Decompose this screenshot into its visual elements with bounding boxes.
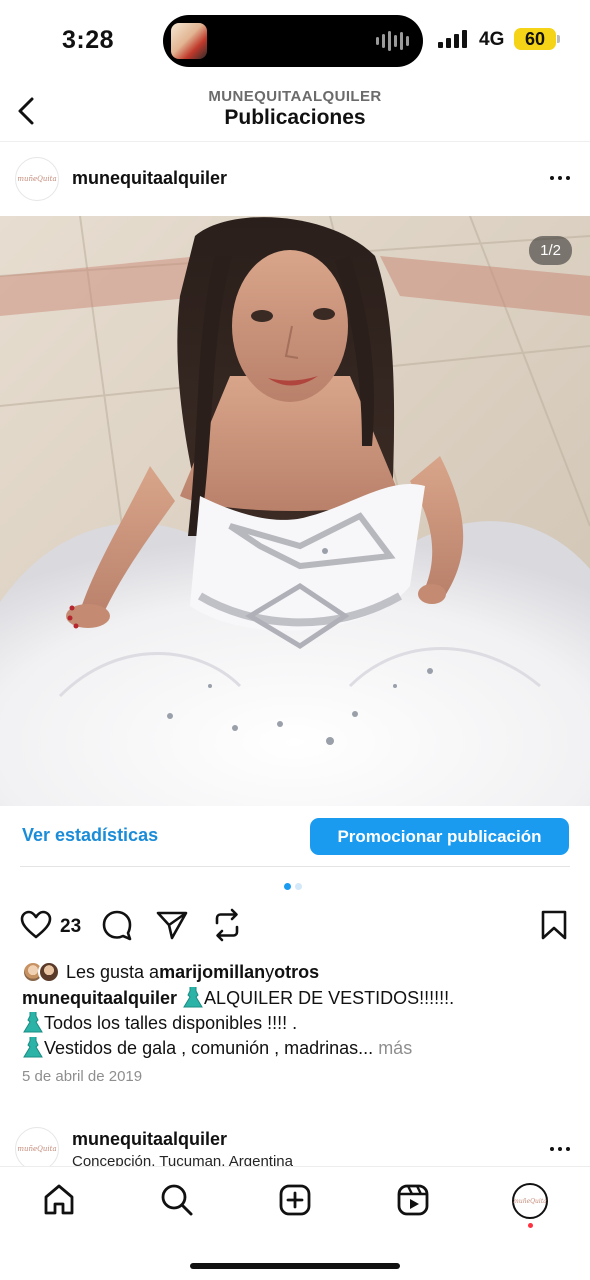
divider bbox=[20, 866, 570, 867]
view-insights-link[interactable]: Ver estadísticas bbox=[22, 825, 158, 846]
profile-icon[interactable]: muñeQuita bbox=[512, 1183, 548, 1219]
home-indicator bbox=[190, 1263, 400, 1269]
page-title: Publicaciones bbox=[224, 106, 366, 129]
notification-dot bbox=[528, 1223, 533, 1228]
heart-icon[interactable] bbox=[20, 910, 52, 940]
audio-wave-icon bbox=[376, 31, 409, 51]
account-name: MUNEQUITAALQUILER bbox=[208, 88, 382, 105]
dress-emoji-icon bbox=[23, 1012, 43, 1033]
post-username[interactable]: munequitaalquiler bbox=[72, 168, 227, 189]
liked-by-prefix: Les gusta a bbox=[66, 961, 160, 982]
promote-post-button[interactable]: Promocionar publicación bbox=[310, 818, 569, 855]
caption-line-3: Vestidos de gala , comunión , madrinas..… bbox=[44, 1038, 374, 1058]
liked-by[interactable]: Les gusta a marijomillan y otros bbox=[22, 960, 319, 984]
ellipsis-icon[interactable] bbox=[550, 1147, 570, 1151]
home-icon[interactable] bbox=[42, 1183, 76, 1217]
dress-emoji-icon bbox=[183, 987, 203, 1008]
liked-by-connector: y bbox=[265, 961, 275, 982]
bookmark-icon[interactable] bbox=[540, 909, 568, 941]
next-post-header: muñeQuita munequitaalquiler Concepción, … bbox=[0, 1118, 590, 1168]
nav-header: MUNEQUITAALQUILER Publicaciones bbox=[0, 80, 590, 142]
dynamic-island[interactable] bbox=[163, 15, 423, 67]
dress-emoji-icon bbox=[23, 1037, 43, 1058]
status-time: 3:28 bbox=[62, 26, 115, 54]
status-bar: 3:28 4G 60 bbox=[0, 0, 590, 80]
carousel-dot bbox=[295, 883, 302, 890]
likes-count[interactable]: 23 bbox=[60, 916, 81, 938]
caption-author[interactable]: munequitaalquiler bbox=[22, 988, 177, 1008]
battery-tip bbox=[557, 35, 560, 43]
post-photo[interactable]: 1/2 bbox=[0, 216, 590, 806]
bottom-tab-bar: muñeQuita bbox=[0, 1166, 590, 1280]
reels-icon[interactable] bbox=[396, 1183, 430, 1217]
search-icon[interactable] bbox=[160, 1183, 194, 1217]
send-icon[interactable] bbox=[156, 910, 188, 940]
comment-icon[interactable] bbox=[101, 909, 133, 941]
carousel-indicator bbox=[284, 883, 302, 890]
carousel-dot-active bbox=[284, 883, 291, 890]
caption-line-2: Todos los talles disponibles !!!! . bbox=[44, 1013, 298, 1033]
post-caption[interactable]: munequitaalquiler ALQUILER DE VESTIDOS!!… bbox=[22, 986, 572, 1061]
avatar[interactable]: muñeQuita bbox=[15, 157, 59, 201]
signal-icon bbox=[438, 30, 467, 48]
post-actions: 23 bbox=[0, 906, 590, 946]
caption-more-link[interactable]: más bbox=[373, 1038, 412, 1058]
create-icon[interactable] bbox=[278, 1183, 312, 1217]
caption-line-1: ALQUILER DE VESTIDOS!!!!!!. bbox=[204, 988, 455, 1008]
post-header: muñeQuita munequitaalquiler bbox=[0, 143, 590, 216]
ellipsis-icon[interactable] bbox=[550, 176, 570, 180]
post-date: 5 de abril de 2019 bbox=[22, 1068, 143, 1085]
now-playing-thumbnail bbox=[171, 23, 207, 59]
next-post-username[interactable]: munequitaalquiler bbox=[72, 1129, 227, 1150]
liked-by-others[interactable]: otros bbox=[274, 962, 319, 983]
liked-by-user[interactable]: marijomillan bbox=[159, 962, 265, 983]
battery-icon: 60 bbox=[514, 28, 556, 50]
wedding-dress-photo bbox=[0, 216, 590, 806]
network-type: 4G bbox=[479, 29, 505, 50]
liker-avatar bbox=[38, 961, 60, 983]
image-counter: 1/2 bbox=[529, 236, 572, 265]
avatar[interactable]: muñeQuita bbox=[15, 1127, 59, 1168]
repost-icon[interactable] bbox=[211, 908, 243, 942]
